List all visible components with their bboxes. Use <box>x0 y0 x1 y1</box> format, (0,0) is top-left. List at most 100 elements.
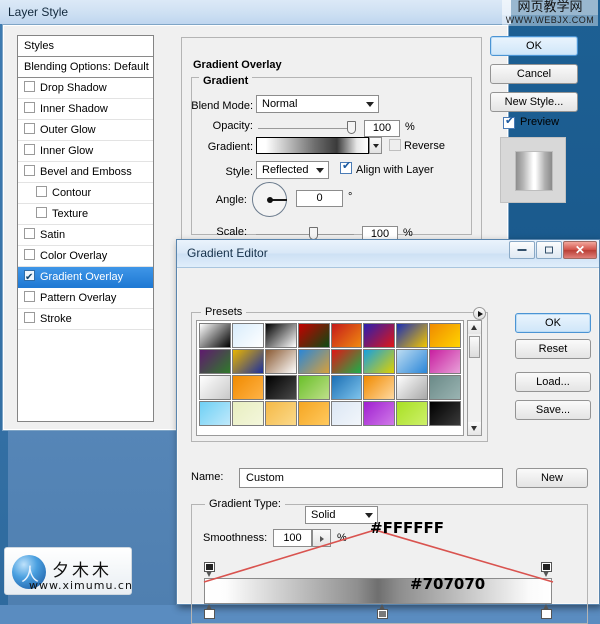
preset-swatch-1-6[interactable] <box>396 349 429 374</box>
color-stop-left[interactable] <box>204 604 215 619</box>
color-stop-right[interactable] <box>541 604 552 619</box>
preset-swatch-2-4[interactable] <box>330 375 363 400</box>
preset-swatch-2-0[interactable] <box>199 375 231 400</box>
satin-checkbox[interactable] <box>24 228 35 239</box>
angle-dial[interactable] <box>252 182 287 217</box>
maximize-icon[interactable] <box>536 241 562 259</box>
sidebar-item-inner-shadow[interactable]: Inner Shadow <box>18 99 153 120</box>
sidebar-item-texture[interactable]: Texture <box>18 204 153 225</box>
preset-swatch-0-2[interactable] <box>264 323 297 348</box>
minimize-icon[interactable] <box>509 241 535 259</box>
stroke-checkbox[interactable] <box>24 312 35 323</box>
preset-swatch-1-7[interactable] <box>429 349 461 374</box>
preset-swatch-2-7[interactable] <box>429 375 461 400</box>
gradient-editor-new-button[interactable]: New <box>516 468 588 488</box>
presets-scrollbar[interactable] <box>467 320 482 436</box>
preview-checkbox[interactable] <box>503 114 515 129</box>
preset-swatch-0-4[interactable] <box>330 323 363 348</box>
preset-swatch-2-5[interactable] <box>363 375 396 400</box>
gradient-bar[interactable] <box>204 578 552 604</box>
inner-shadow-checkbox[interactable] <box>24 102 35 113</box>
layer-style-ok-button[interactable]: OK <box>490 36 578 56</box>
style-combo[interactable]: Reflected <box>256 161 329 179</box>
color-overlay-checkbox[interactable] <box>24 249 35 260</box>
sidebar-item-gradient-overlay[interactable]: Gradient Overlay <box>18 267 153 288</box>
sidebar-item-pattern-overlay[interactable]: Pattern Overlay <box>18 288 153 309</box>
gradient-editor-load-button[interactable]: Load... <box>515 372 591 392</box>
opacity-slider-knob[interactable] <box>347 121 356 134</box>
angle-input[interactable]: 0 <box>296 190 343 207</box>
preset-swatch-2-2[interactable] <box>264 375 297 400</box>
preset-swatch-2-1[interactable] <box>231 375 264 400</box>
blending-options-row[interactable]: Blending Options: Default <box>18 57 153 78</box>
color-stop-middle[interactable] <box>377 604 388 619</box>
name-input[interactable]: Custom <box>239 468 503 488</box>
preset-swatch-3-4[interactable] <box>330 401 363 426</box>
scale-slider-track[interactable] <box>256 234 354 235</box>
opacity-slider-track[interactable] <box>258 128 356 129</box>
preset-swatch-1-2[interactable] <box>264 349 297 374</box>
sidebar-item-contour[interactable]: Contour <box>18 183 153 204</box>
scrollbar-thumb[interactable] <box>469 336 480 358</box>
preset-swatch-1-4[interactable] <box>330 349 363 374</box>
preset-swatch-2-6[interactable] <box>396 375 429 400</box>
sidebar-item-satin[interactable]: Satin <box>18 225 153 246</box>
align-with-layer-checkbox[interactable] <box>340 159 352 174</box>
preset-swatch-3-0[interactable] <box>199 401 231 426</box>
presets-menu-arrow-icon[interactable] <box>473 307 486 320</box>
blend-mode-combo[interactable]: Normal <box>256 95 379 113</box>
bevel-and-emboss-checkbox[interactable] <box>24 165 35 176</box>
sidebar-item-inner-glow[interactable]: Inner Glow <box>18 141 153 162</box>
drop-shadow-checkbox[interactable] <box>24 81 35 92</box>
sidebar-item-bevel-and-emboss[interactable]: Bevel and Emboss <box>18 162 153 183</box>
inner-glow-checkbox[interactable] <box>24 144 35 155</box>
opacity-input[interactable]: 100 <box>364 120 400 137</box>
preset-swatch-1-5[interactable] <box>363 349 396 374</box>
gradient-preview-swatch[interactable] <box>256 137 369 154</box>
preset-swatch-0-6[interactable] <box>396 323 429 348</box>
gradient-editor-titlebar[interactable]: Gradient Editor ✕ <box>177 240 599 268</box>
sidebar-item-drop-shadow[interactable]: Drop Shadow <box>18 78 153 99</box>
preset-swatch-1-1[interactable] <box>231 349 264 374</box>
styles-list[interactable]: Styles Blending Options: Default Drop Sh… <box>17 35 154 422</box>
preset-swatch-0-5[interactable] <box>363 323 396 348</box>
preset-swatch-0-1[interactable] <box>231 323 264 348</box>
outer-glow-checkbox[interactable] <box>24 123 35 134</box>
gradient-editor-ok-button[interactable]: OK <box>515 313 591 333</box>
preset-swatch-1-3[interactable] <box>297 349 330 374</box>
preset-swatch-0-0[interactable] <box>199 323 231 348</box>
preset-swatch-0-3[interactable] <box>297 323 330 348</box>
preset-swatch-3-3[interactable] <box>297 401 330 426</box>
presets-swatch-well[interactable] <box>196 320 464 436</box>
contour-checkbox[interactable] <box>36 186 47 197</box>
preset-swatch-3-5[interactable] <box>363 401 396 426</box>
preset-swatch-3-1[interactable] <box>231 401 264 426</box>
new-style-button[interactable]: New Style... <box>490 92 578 112</box>
close-icon[interactable]: ✕ <box>563 241 597 259</box>
opacity-stop-left[interactable] <box>204 562 215 577</box>
gradient-editor-reset-button[interactable]: Reset <box>515 339 591 359</box>
preset-swatch-3-7[interactable] <box>429 401 461 426</box>
texture-checkbox[interactable] <box>36 207 47 218</box>
scroll-up-arrow-icon[interactable] <box>468 321 481 334</box>
sidebar-item-outer-glow[interactable]: Outer Glow <box>18 120 153 141</box>
layer-style-titlebar[interactable]: Layer Style <box>0 0 511 24</box>
scroll-down-arrow-icon[interactable] <box>468 422 481 435</box>
preset-swatch-0-7[interactable] <box>429 323 461 348</box>
opacity-stop-right[interactable] <box>541 562 552 577</box>
pattern-overlay-checkbox[interactable] <box>24 291 35 302</box>
gradient-picker-button[interactable] <box>369 137 382 154</box>
sidebar-item-stroke[interactable]: Stroke <box>18 309 153 330</box>
gradient-editor-save-button[interactable]: Save... <box>515 400 591 420</box>
smoothness-spinner[interactable] <box>312 529 331 547</box>
preset-swatch-2-3[interactable] <box>297 375 330 400</box>
gradient-type-combo[interactable]: Solid <box>305 506 378 524</box>
preset-swatch-1-0[interactable] <box>199 349 231 374</box>
gradient-overlay-checkbox[interactable] <box>24 267 35 288</box>
smoothness-input[interactable]: 100 <box>273 529 312 547</box>
preset-swatch-3-2[interactable] <box>264 401 297 426</box>
preset-swatch-3-6[interactable] <box>396 401 429 426</box>
reverse-checkbox[interactable] <box>389 139 401 151</box>
layer-style-cancel-button[interactable]: Cancel <box>490 64 578 84</box>
sidebar-item-color-overlay[interactable]: Color Overlay <box>18 246 153 267</box>
